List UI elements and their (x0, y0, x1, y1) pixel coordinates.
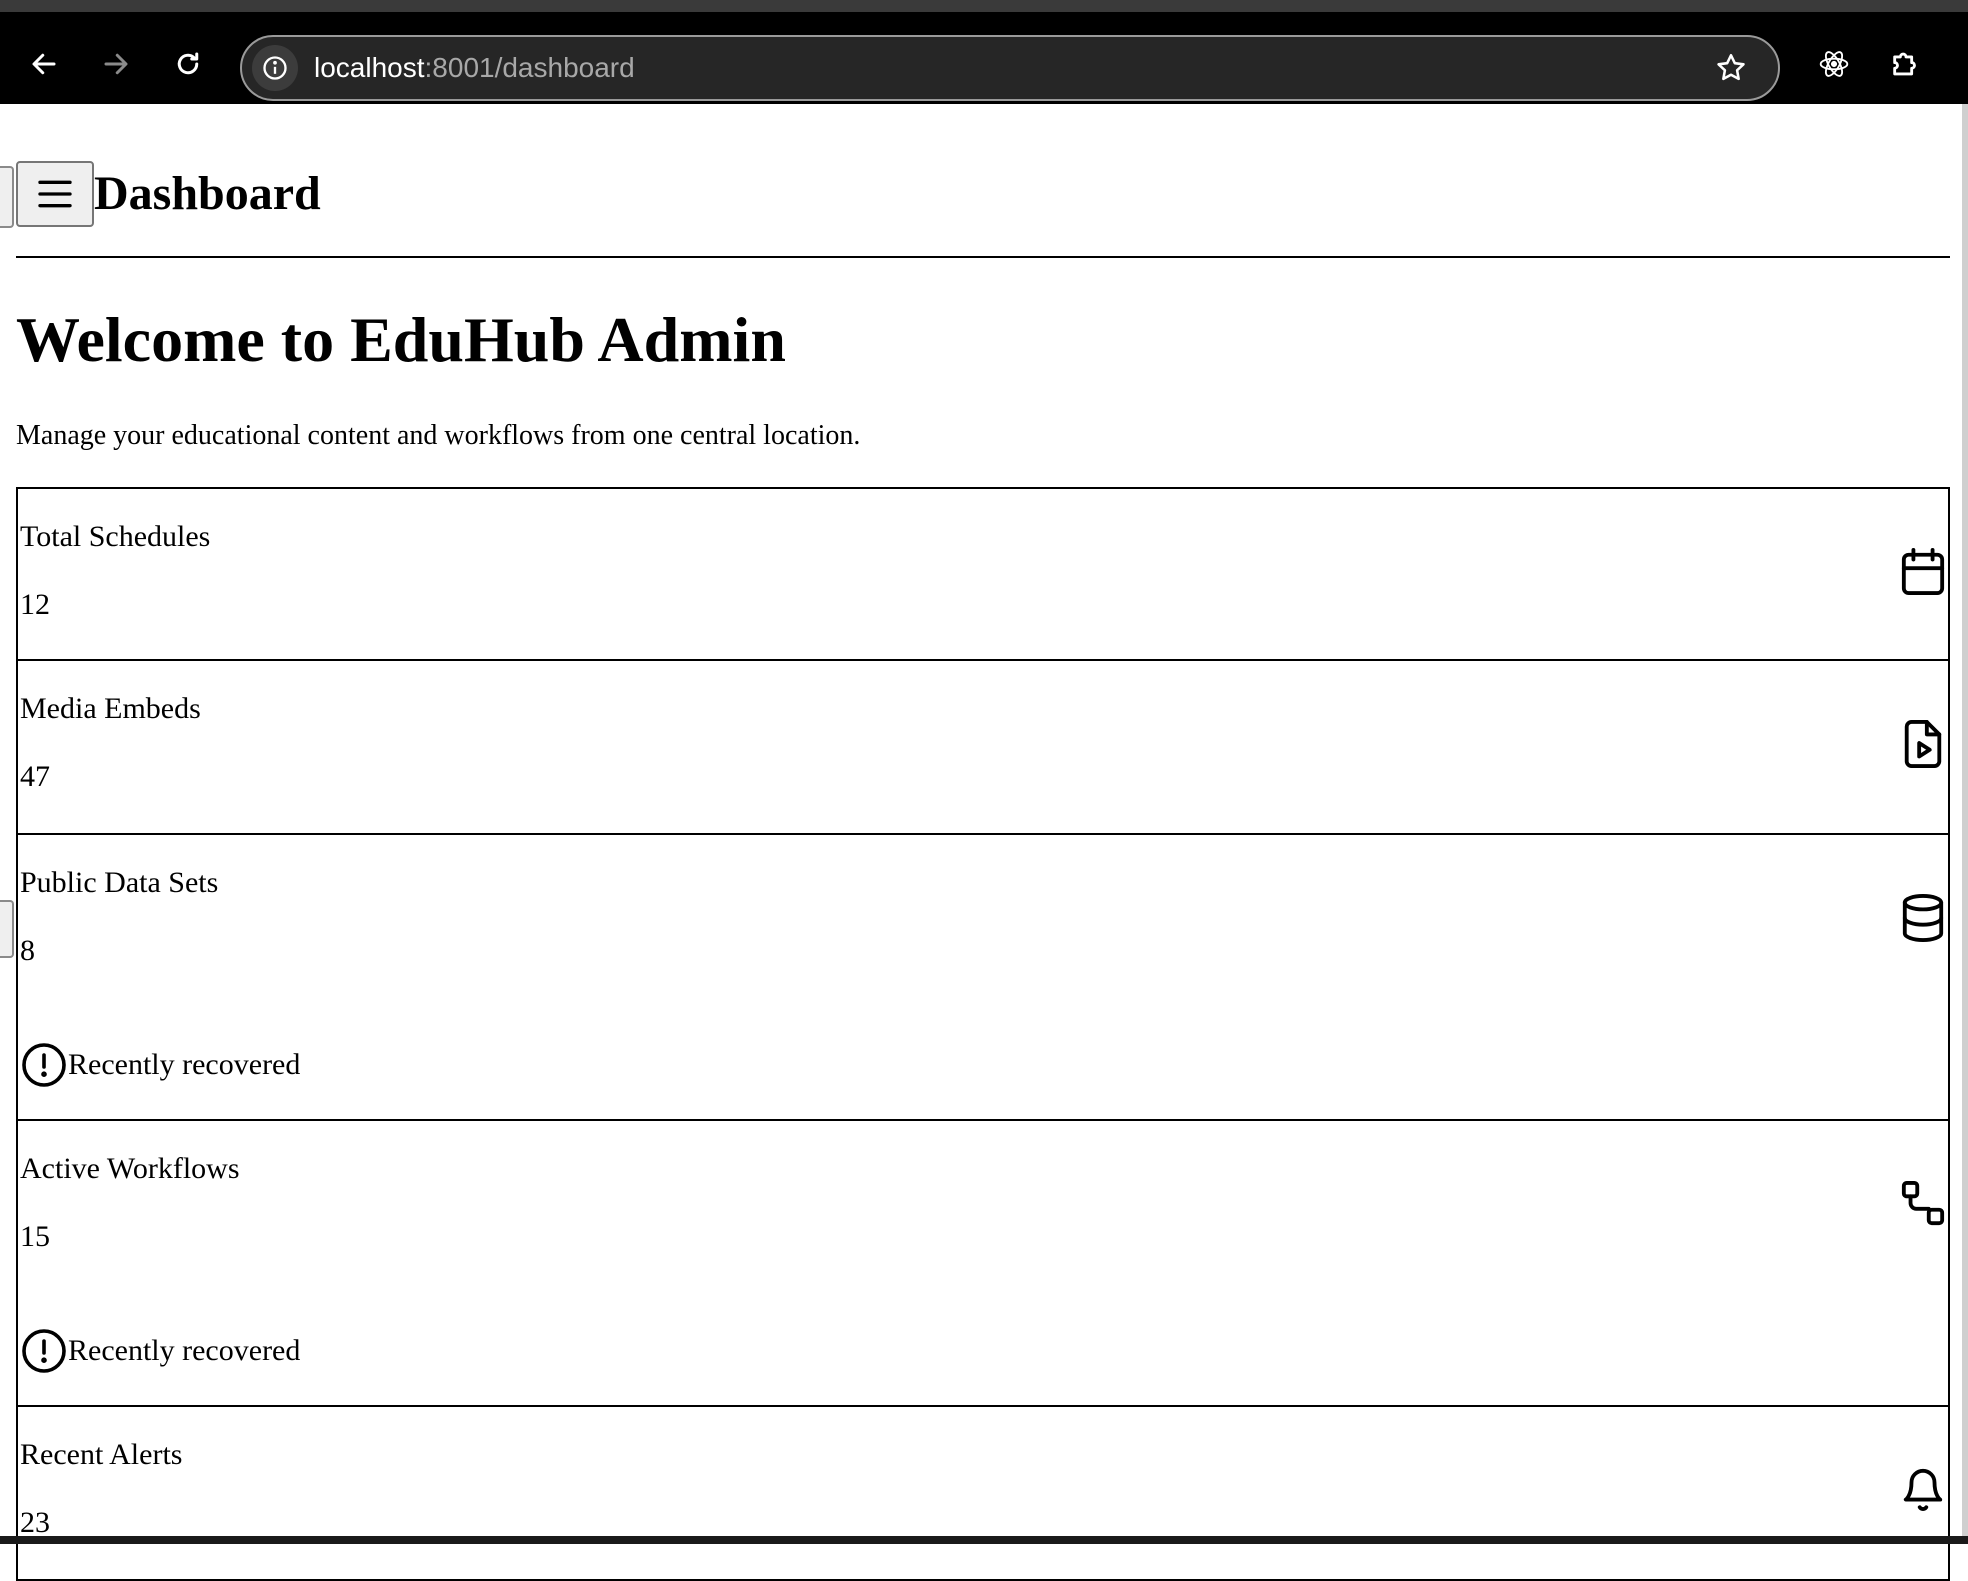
arrow-left-icon (32, 53, 56, 75)
database-icon (1900, 893, 1946, 943)
hamburger-menu-icon (38, 180, 72, 208)
stat-card-total-schedules: Total Schedules 12 (16, 487, 1950, 661)
extensions-button[interactable] (1884, 42, 1928, 86)
calendar-icon (1900, 547, 1946, 597)
stats-cards: Total Schedules 12 Media Embeds 47 Publi… (16, 487, 1950, 1581)
stat-label: Public Data Sets (20, 866, 219, 899)
page-content: Dashboard Welcome to EduHub Admin Manage… (0, 104, 1968, 1581)
stat-label: Active Workflows (20, 1152, 240, 1185)
star-icon[interactable] (1714, 51, 1748, 85)
window-bottom-edge (0, 1536, 1968, 1544)
status-notice: Recently recovered (20, 1327, 300, 1375)
stat-label: Total Schedules (20, 520, 211, 553)
status-text: Recently recovered (68, 1048, 301, 1081)
stat-value: 12 (20, 588, 50, 621)
stat-value: 15 (20, 1220, 50, 1253)
stat-value: 47 (20, 760, 50, 793)
url-path: :8001/dashboard (424, 52, 635, 83)
stat-label: Recent Alerts (20, 1438, 183, 1471)
page-title: Dashboard (94, 167, 321, 220)
url-host: localhost (314, 52, 425, 83)
browser-toolbar: localhost:8001/dashboard (0, 0, 1968, 104)
site-info-button[interactable] (252, 45, 298, 91)
reload-button[interactable] (160, 36, 216, 92)
window-edge (1962, 104, 1968, 1544)
alert-circle-icon (22, 1043, 66, 1087)
file-play-icon (1900, 719, 1946, 769)
workflow-icon (1900, 1179, 1946, 1229)
header-divider (16, 256, 1950, 258)
stat-value: 8 (20, 934, 35, 967)
status-notice: Recently recovered (20, 1041, 300, 1089)
url-text[interactable]: localhost:8001/dashboard (314, 37, 635, 99)
arrow-right-icon (104, 53, 128, 75)
stat-card-recent-alerts: Recent Alerts 23 (16, 1407, 1950, 1581)
welcome-heading: Welcome to EduHub Admin (16, 304, 786, 375)
reload-icon (177, 52, 199, 75)
intro-text: Manage your educational content and work… (16, 420, 861, 451)
puzzle-icon (1893, 52, 1916, 76)
react-icon (1819, 51, 1849, 77)
page-header: Dashboard (16, 152, 321, 236)
stat-card-media-embeds: Media Embeds 47 (16, 661, 1950, 835)
address-bar[interactable]: localhost:8001/dashboard (240, 35, 1780, 101)
menu-toggle-button[interactable] (16, 161, 94, 227)
edge-tab (0, 166, 14, 228)
alert-circle-icon (22, 1329, 66, 1373)
stat-card-active-workflows: Active Workflows 15 Recently recovered (16, 1121, 1950, 1407)
edge-tab (0, 900, 14, 958)
forward-button[interactable] (88, 36, 144, 92)
react-devtools-button[interactable] (1812, 42, 1856, 86)
status-text: Recently recovered (68, 1334, 301, 1367)
bell-icon (1900, 1465, 1946, 1515)
back-button[interactable] (16, 36, 72, 92)
stat-card-public-data-sets: Public Data Sets 8 Recently recovered (16, 835, 1950, 1121)
info-icon (263, 56, 287, 80)
stat-label: Media Embeds (20, 692, 201, 725)
